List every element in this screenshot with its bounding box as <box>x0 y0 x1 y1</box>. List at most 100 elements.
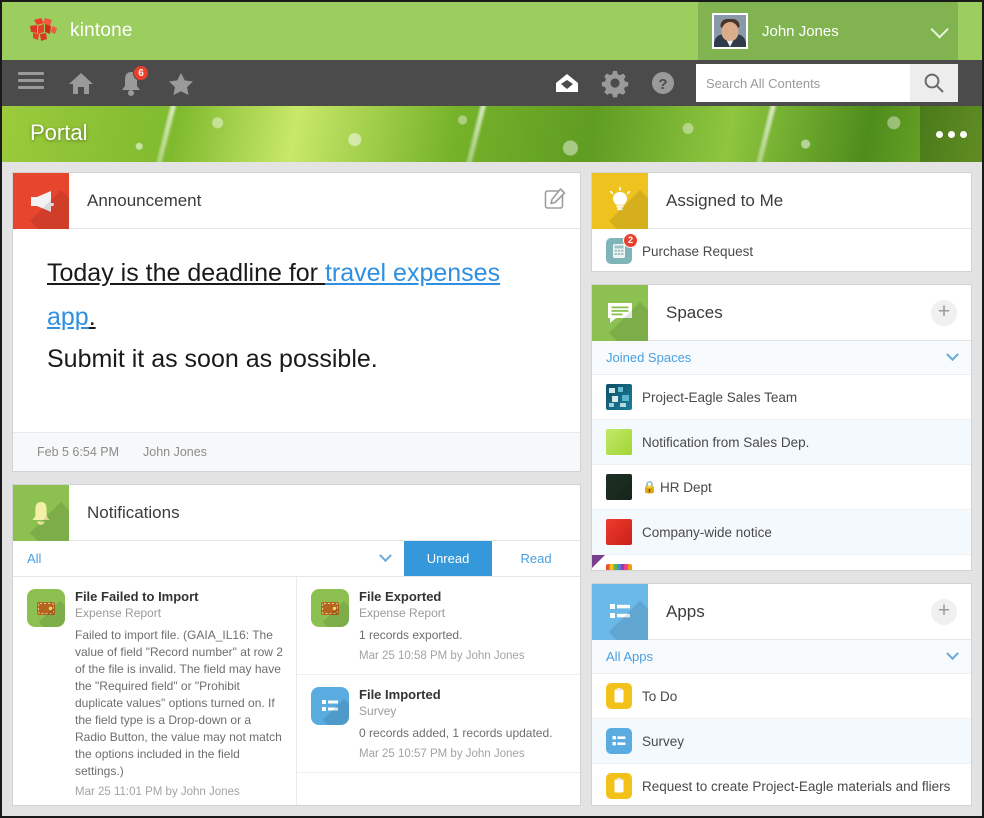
announcement-footer: Feb 5 6:54 PM John Jones <box>13 432 581 471</box>
user-menu[interactable]: John Jones <box>698 2 958 60</box>
notification-message: Failed to import file. (GAIA_IL16: The v… <box>75 628 283 778</box>
assigned-header: Assigned to Me <box>592 173 971 229</box>
list-item[interactable]: To Do <box>592 674 971 719</box>
help-question-icon[interactable]: ? <box>648 68 678 98</box>
notifications-filter-dropdown[interactable]: All <box>13 541 404 576</box>
bell-icon[interactable]: 6 <box>116 65 149 98</box>
list-item[interactable]: Company-wide notice <box>592 510 971 555</box>
list-item[interactable]: File Exported Expense Report 1 records e… <box>297 577 581 675</box>
apps-subhead[interactable]: All Apps <box>592 640 971 674</box>
tab-read[interactable]: Read <box>492 541 581 576</box>
left-column: Announcement Today is the deadline for t… <box>12 172 582 806</box>
nav-left-icons: 6 <box>2 65 196 98</box>
search-button[interactable] <box>910 64 958 102</box>
star-icon[interactable] <box>166 68 196 98</box>
space-label: Notification about AAA project <box>660 570 838 571</box>
wallet-icon <box>311 589 350 627</box>
brand-logo-area[interactable]: kintone <box>2 17 133 45</box>
chat-bubble-icon <box>592 285 649 341</box>
bell-badge: 6 <box>133 65 149 81</box>
plus-icon[interactable]: + <box>931 598 957 625</box>
clipboard-icon <box>606 683 633 709</box>
nav-right-area: ? <box>552 60 958 106</box>
search-icon <box>924 73 944 93</box>
gear-icon[interactable] <box>600 68 630 98</box>
home-icon[interactable] <box>66 68 96 98</box>
apps-portlet: Apps + All Apps To Do Survey Request to … <box>591 583 972 806</box>
chevron-down-icon <box>379 549 392 563</box>
notifications-header: Notifications <box>13 485 581 541</box>
plus-icon[interactable]: + <box>931 299 957 326</box>
hamburger-menu-icon[interactable] <box>16 68 46 98</box>
list-icon <box>592 584 649 640</box>
search-input[interactable] <box>696 64 910 102</box>
space-label: Project-Eagle Sales Team <box>642 389 798 405</box>
list-item[interactable]: File Failed to Import Expense Report Fai… <box>13 577 296 805</box>
assigned-portlet: Assigned to Me 2 Purchase Request <box>591 172 972 272</box>
lightbulb-icon <box>592 173 649 229</box>
list-item[interactable]: File Imported Survey 0 records added, 1 … <box>297 675 581 773</box>
announcement-timestamp: Feb 5 6:54 PM <box>37 445 119 459</box>
app-label: To Do <box>642 688 678 704</box>
top-header-bar: kintone John Jones <box>2 2 982 60</box>
global-nav-bar: 6 ? Search All Contents <box>2 60 982 106</box>
apps-title: Apps <box>666 601 705 621</box>
wallet-icon <box>27 589 65 627</box>
space-label: HR Dept <box>659 479 712 495</box>
announcement-line-1: Today is the deadline for travel expense… <box>47 251 546 339</box>
ellipsis-menu-icon[interactable] <box>920 106 982 162</box>
notifications-tabs: All Unread Read <box>13 541 581 577</box>
list-item[interactable]: Request to create Project-Eagle material… <box>592 764 971 805</box>
list-item[interactable]: 2 Purchase Request <box>592 229 971 271</box>
kintone-apps-icon[interactable] <box>552 68 582 98</box>
kintone-cube-logo <box>28 17 58 45</box>
page-title: Portal <box>30 120 88 145</box>
notification-message: 1 records exported. <box>359 628 463 642</box>
notification-app: Expense Report <box>75 606 162 620</box>
chevron-down-icon <box>946 647 959 661</box>
space-thumbnail <box>606 384 633 410</box>
app-label: Survey <box>642 733 685 749</box>
list-item[interactable]: Project-Eagle Sales Team <box>592 375 971 420</box>
portal-banner: Portal <box>2 106 982 162</box>
notifications-title: Notifications <box>87 502 180 522</box>
space-thumbnail <box>606 519 633 545</box>
calculator-icon: 2 <box>606 233 639 264</box>
announcement-body: Today is the deadline for travel expense… <box>13 229 580 432</box>
spaces-title: Spaces <box>666 302 723 322</box>
announcement-period: . <box>88 303 96 331</box>
kintone-portal-window: kintone John Jones 6 ? Search All Conten… <box>0 0 984 818</box>
announcement-portlet: Announcement Today is the deadline for t… <box>12 172 582 472</box>
space-label: Notification from Sales Dep. <box>642 434 810 450</box>
announcement-title: Announcement <box>87 190 202 210</box>
edit-pencil-icon[interactable] <box>544 187 566 214</box>
svg-text:?: ? <box>658 76 667 93</box>
megaphone-icon <box>13 173 69 229</box>
notifications-column-1[interactable]: File Failed to Import Expense Report Fai… <box>13 577 298 805</box>
notification-title: File Imported <box>359 687 441 702</box>
notifications-column-2[interactable]: File Exported Expense Report 1 records e… <box>297 577 581 805</box>
lock-icon: 🔒 <box>642 480 657 494</box>
spaces-subhead[interactable]: Joined Spaces <box>592 341 971 375</box>
bell-icon <box>13 485 69 541</box>
list-item-content: File Failed to Import Expense Report Fai… <box>75 589 284 798</box>
notifications-filter-label: All <box>27 551 42 566</box>
notifications-portlet: Notifications All Unread Read File Faile… <box>12 484 582 806</box>
notification-message: 0 records added, 1 records updated. <box>359 726 553 740</box>
list-item[interactable]: 🔒 HR Dept <box>592 465 971 510</box>
announcement-text-lead: Today is the deadline for <box>47 259 325 287</box>
lock-icon: 🔒 <box>642 570 657 571</box>
search-area <box>696 64 958 102</box>
notifications-columns: File Failed to Import Expense Report Fai… <box>13 577 581 805</box>
notification-meta: Mar 25 10:57 PM by John Jones <box>359 748 525 760</box>
apps-header: Apps + <box>592 584 971 640</box>
assigned-badge: 2 <box>623 233 639 248</box>
tab-unread[interactable]: Unread <box>404 541 493 576</box>
assigned-item-label: Purchase Request <box>642 243 754 259</box>
announcement-line-2: Submit it as soon as possible. <box>47 345 378 373</box>
assigned-title: Assigned to Me <box>666 190 784 210</box>
list-item[interactable]: Survey <box>592 719 971 764</box>
list-item[interactable]: 🔒 Notification about AAA project <box>592 555 971 571</box>
chevron-down-icon <box>930 19 949 39</box>
list-item[interactable]: Notification from Sales Dep. <box>592 420 971 465</box>
